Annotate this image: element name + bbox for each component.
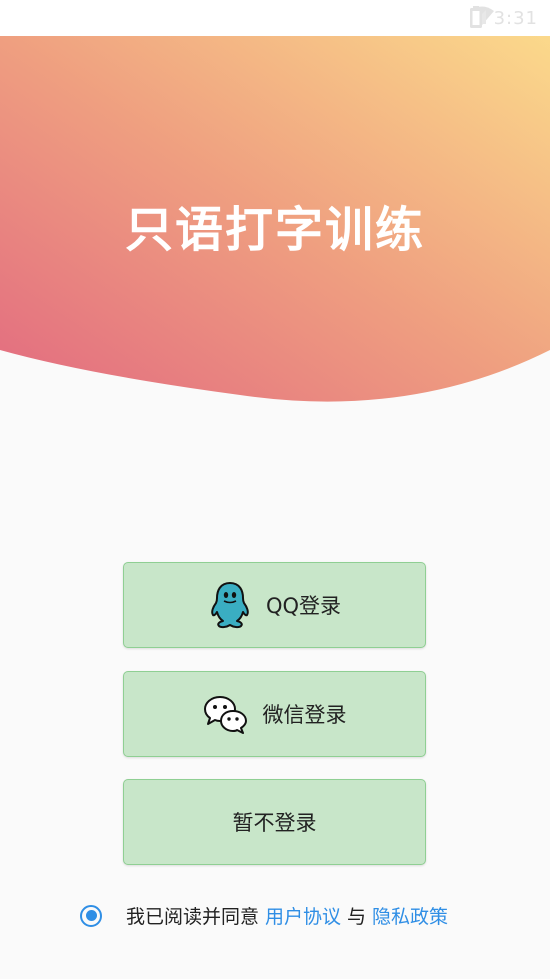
radio-checked-dot <box>85 910 97 921</box>
status-icons: 3:31 <box>469 6 538 30</box>
header-banner: 3:31 只语打字训练 <box>0 0 550 420</box>
agreement-row: 我已阅读并同意 用户协议 与 隐私政策 <box>80 902 454 929</box>
status-time: 3:31 <box>493 7 538 29</box>
app-title: 只语打字训练 <box>124 202 425 258</box>
status-bar: 3:31 <box>0 0 550 36</box>
wechat-login-button[interactable]: 微信登录 <box>123 671 426 757</box>
skip-login-button[interactable]: 暂不登录 <box>123 779 426 865</box>
qq-login-button[interactable]: QQ登录 <box>123 562 426 648</box>
user-agreement-link[interactable]: 用户协议 <box>265 902 341 929</box>
wechat-bubbles-icon <box>203 694 249 734</box>
skip-login-label: 暂不登录 <box>232 811 317 835</box>
qq-penguin-icon <box>208 581 252 629</box>
agreement-and: 与 <box>347 906 367 928</box>
wechat-login-label: 微信登录 <box>262 703 347 727</box>
privacy-policy-link[interactable]: 隐私政策 <box>372 902 448 929</box>
qq-login-label: QQ登录 <box>265 594 342 618</box>
agreement-radio[interactable] <box>80 904 102 927</box>
login-screen: 3:31 只语打字训练 QQ登录 微信登录 暂不登录 我已阅读并同意 用户协议 … <box>0 0 550 979</box>
agreement-prefix: 我已阅读并同意 <box>126 906 260 928</box>
